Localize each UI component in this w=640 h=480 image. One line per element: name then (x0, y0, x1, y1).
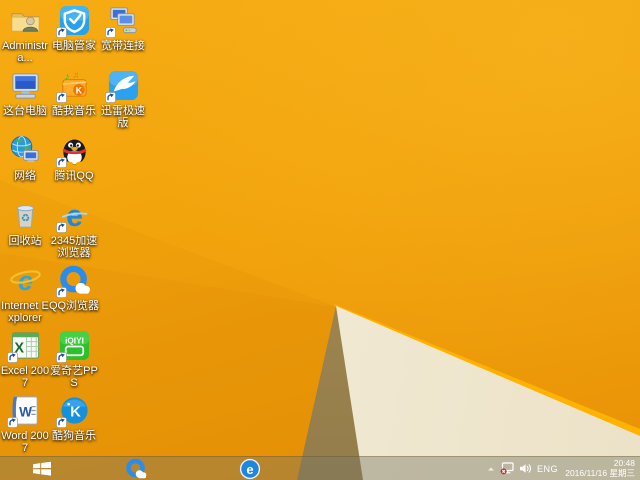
broadband-connection-icon (104, 4, 140, 38)
icon-label: 腾讯QQ (54, 170, 94, 182)
volume-icon[interactable] (519, 462, 532, 475)
network-icon (9, 134, 42, 167)
2345-speed-browser[interactable]: e 2345加速浏览器 (48, 199, 100, 259)
excel-2007[interactable]: X Excel 2007 (0, 329, 51, 389)
taskbar: e ENG 20:48 2016/11/16 星期三 (0, 456, 640, 480)
administrator-folder-icon (9, 4, 42, 37)
icon-label: Excel 2007 (0, 365, 50, 389)
icon-label: 宽带连接 (101, 40, 145, 52)
word-2007-icon: W (6, 394, 42, 428)
kuwo-music-icon: ♪ ♫ K (55, 69, 91, 103)
svg-text:e: e (66, 200, 83, 232)
show-hidden-icons-button[interactable] (487, 465, 495, 473)
recycle-bin-icon: ♻ (9, 199, 42, 232)
iqiyi-pps[interactable]: iQIYI 爱奇艺PPS (48, 329, 100, 389)
excel-2007-icon: X (6, 329, 42, 363)
kugou-music[interactable]: K 酷狗音乐 (48, 394, 100, 442)
clock-date: 2016/11/16 星期三 (565, 467, 635, 478)
icon-label: Administra... (2, 40, 48, 64)
2345-speed-browser-icon: e (55, 199, 91, 233)
shortcut-arrow-icon (55, 352, 67, 363)
pc-manager[interactable]: 电脑管家 (48, 4, 100, 52)
pc-manager-icon (55, 4, 91, 38)
svg-text:e: e (246, 462, 253, 477)
qq-browser-icon (55, 264, 91, 298)
tencent-qq-icon (55, 134, 91, 168)
this-pc-icon (9, 69, 42, 102)
start-button[interactable] (26, 457, 58, 480)
word-2007[interactable]: W Word 2007 (0, 394, 51, 454)
icon-label: Word 2007 (1, 430, 49, 454)
shortcut-arrow-icon (6, 417, 18, 428)
icon-label: QQ浏览器 (48, 300, 100, 312)
shortcut-arrow-icon (55, 417, 67, 428)
chevron-up-icon (487, 466, 494, 471)
recycle-bin[interactable]: ♻ 回收站 (0, 199, 51, 247)
svg-text:♻: ♻ (20, 212, 30, 224)
icon-label: 回收站 (8, 235, 42, 247)
iqiyi-pps-icon: iQIYI (55, 329, 91, 363)
broadband-connection[interactable]: 宽带连接 (97, 4, 149, 52)
taskbar-qq-browser[interactable] (120, 457, 152, 480)
this-pc[interactable]: 这台电脑 (0, 69, 51, 117)
administrator-folder[interactable]: Administra... (0, 4, 51, 64)
icon-label: 电脑管家 (52, 40, 96, 52)
network-status-icon[interactable] (500, 462, 514, 475)
tencent-qq[interactable]: 腾讯QQ (48, 134, 100, 182)
icon-label: 网络 (14, 170, 36, 182)
icon-label: 迅雷极速版 (101, 105, 145, 129)
internet-explorer-icon: e (9, 264, 42, 297)
system-tray: ENG 20:48 2016/11/16 星期三 (487, 457, 640, 480)
shortcut-arrow-icon (55, 287, 67, 298)
svg-text:K: K (75, 85, 82, 95)
shortcut-arrow-icon (55, 157, 67, 168)
shortcut-arrow-icon (55, 222, 67, 233)
svg-text:iQIYI: iQIYI (65, 337, 84, 346)
shortcut-arrow-icon (55, 92, 67, 103)
language-indicator[interactable]: ENG (537, 464, 558, 474)
taskbar-2345-browser[interactable]: e (234, 457, 266, 480)
icon-label: 爱奇艺PPS (50, 365, 98, 389)
icon-label: 酷我音乐 (52, 105, 96, 117)
shortcut-arrow-icon (55, 27, 67, 38)
shortcut-arrow-icon (6, 352, 18, 363)
icon-label: 酷狗音乐 (52, 430, 96, 442)
clock[interactable]: 20:48 2016/11/16 星期三 (563, 458, 635, 478)
desktop-icon-grid: Administra... 电脑管家 宽带连接 这台电脑 ♪ ♫ K 酷我音乐 … (0, 0, 640, 480)
svg-text:♫: ♫ (72, 70, 79, 80)
svg-text:W: W (19, 404, 32, 419)
kuwo-music[interactable]: ♪ ♫ K 酷我音乐 (48, 69, 100, 117)
svg-text:K: K (70, 404, 81, 420)
icon-label: 这台电脑 (3, 105, 47, 117)
shortcut-arrow-icon (104, 27, 116, 38)
internet-explorer[interactable]: e Internet Explorer (0, 264, 51, 324)
shortcut-arrow-icon (104, 92, 116, 103)
network[interactable]: 网络 (0, 134, 51, 182)
thunder-speed-edition-icon (104, 69, 140, 103)
icon-label: Internet Explorer (1, 300, 49, 324)
qq-browser[interactable]: QQ浏览器 (48, 264, 100, 312)
kugou-music-icon: K (55, 394, 91, 428)
icon-label: 2345加速浏览器 (50, 235, 98, 259)
desktop[interactable]: Administra... 电脑管家 宽带连接 这台电脑 ♪ ♫ K 酷我音乐 … (0, 0, 640, 480)
thunder-speed-edition[interactable]: 迅雷极速版 (97, 69, 149, 129)
